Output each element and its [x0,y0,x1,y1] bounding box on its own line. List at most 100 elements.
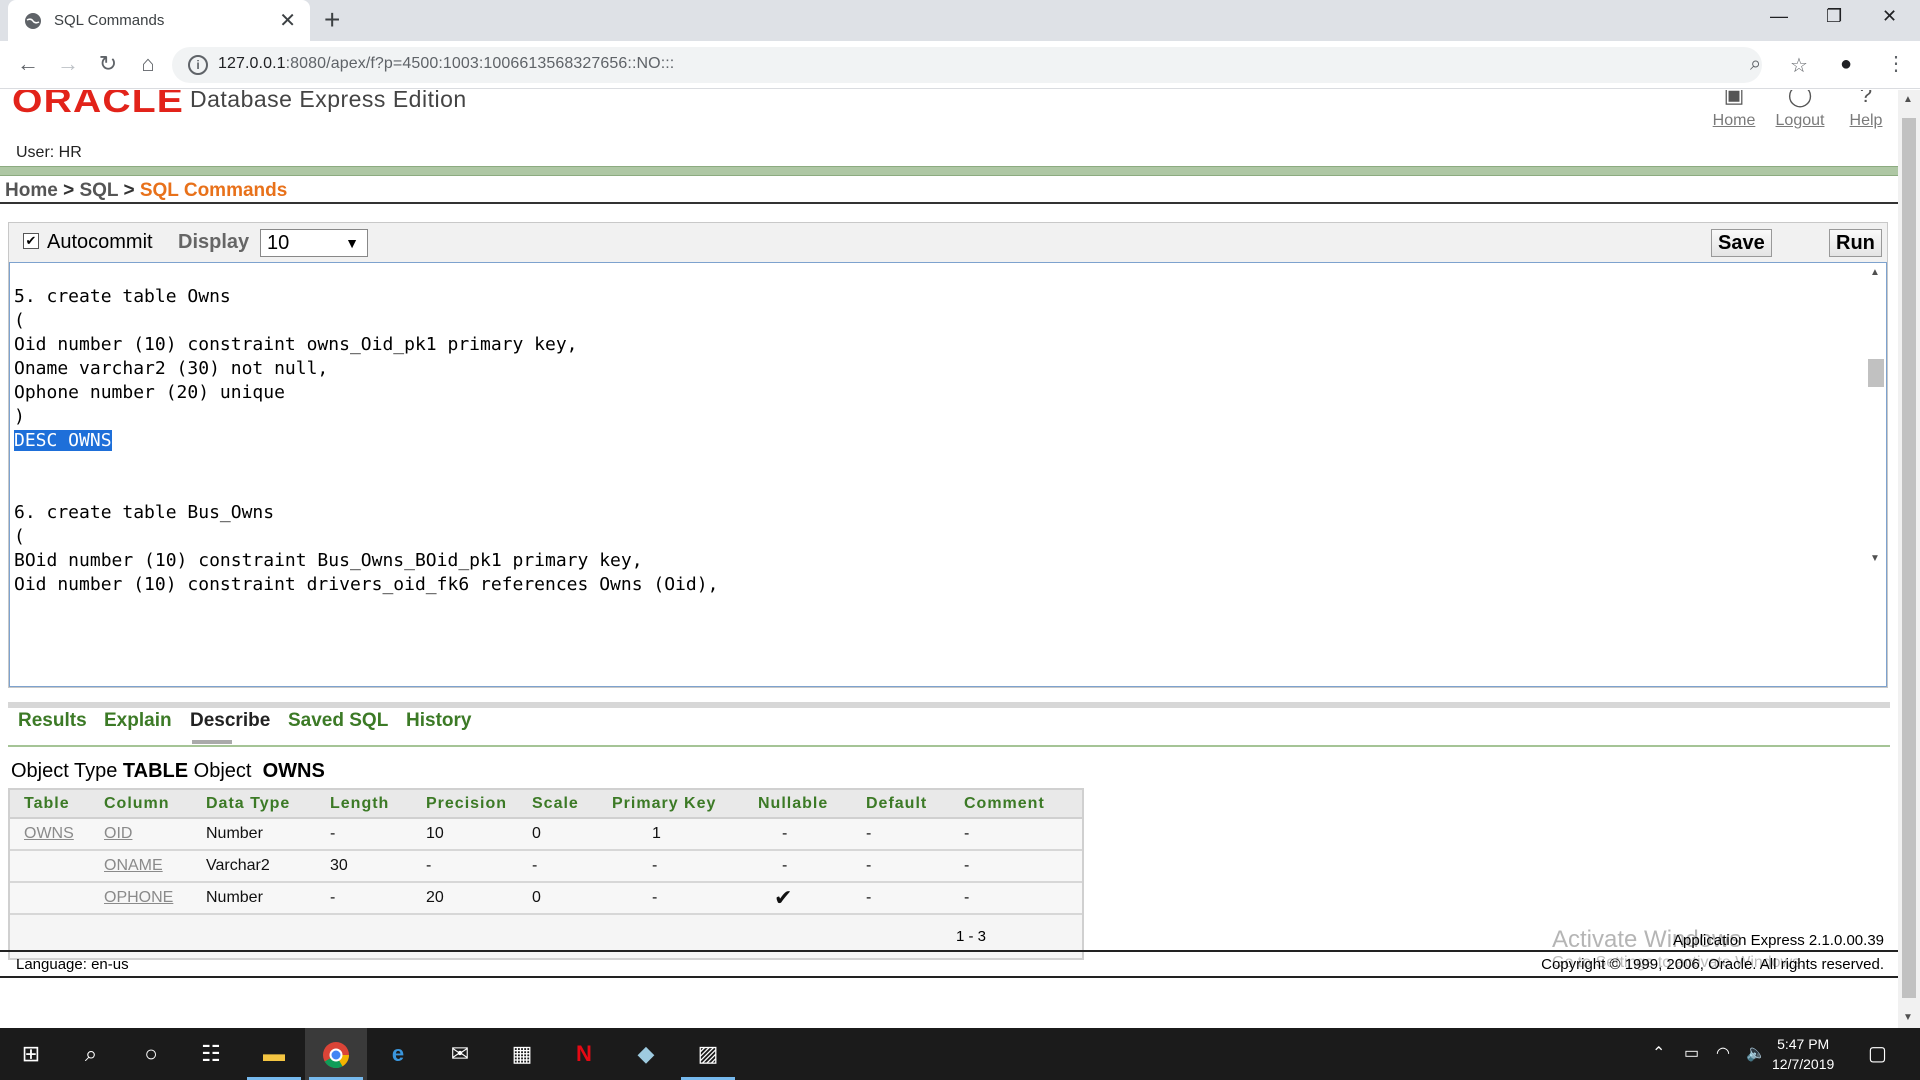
column-link[interactable]: OPHONE [104,889,173,906]
scroll-up-icon[interactable]: ▲ [1870,267,1880,278]
close-tab-icon[interactable]: ✕ [279,8,296,33]
task-view-icon[interactable]: ☷ [180,1028,242,1080]
breadcrumb: Home > SQL > SQL Commands [5,180,288,201]
menu-icon[interactable]: ⋮ [1886,51,1906,76]
home-icon: ▣ [1723,90,1745,107]
table-header: Table Column Data Type Length Precision … [10,790,1082,819]
maximize-icon[interactable]: ❐ [1826,6,1842,27]
table-row: ONAME Varchar2 30 - - - - - - [10,850,1082,883]
edge-icon[interactable]: e [367,1028,429,1080]
apex-page: ORACLE Database Express Edition ▣ Home ◯… [0,90,1898,1028]
checkmark-icon: ✔ [744,882,852,915]
panel-divider [8,702,1890,708]
editor-scroll-thumb[interactable] [1868,359,1884,387]
object-info: Object Type TABLE Object OWNS [11,760,325,782]
tab-results[interactable]: Results [18,710,87,732]
globe-icon [25,13,41,29]
pagination: 1 - 3 [955,928,986,945]
volume-icon[interactable]: 🔈 [1746,1028,1766,1080]
search-icon[interactable]: ⌕ [60,1028,122,1080]
tab-history[interactable]: History [406,710,471,732]
browser-tab[interactable]: SQL Commands ✕ [8,0,310,41]
apex-version: Application Express 2.1.0.00.39 [1673,932,1884,949]
tab-saved-sql[interactable]: Saved SQL [288,710,388,732]
table-row: OWNS OID Number - 10 0 1 - - - [10,818,1082,851]
back-icon[interactable]: ← [14,51,42,77]
file-explorer-icon[interactable]: ▬ [243,1028,305,1080]
current-user: User: HR [16,144,82,161]
notifications-icon[interactable]: ▢ [1868,1028,1887,1080]
breadcrumb-sql[interactable]: SQL [79,180,118,201]
dropdown-arrow-icon: ▼ [345,235,359,251]
new-tab-button[interactable]: + [324,4,340,36]
table-link[interactable]: OWNS [24,825,74,842]
netflix-icon[interactable]: N [553,1028,615,1080]
autocommit-checkbox[interactable]: ✔ [23,233,39,249]
logout-icon: ◯ [1787,90,1813,107]
column-link[interactable]: ONAME [104,857,163,874]
photos-icon[interactable]: ▨ [677,1028,739,1080]
close-window-icon[interactable]: ✕ [1882,6,1897,27]
breadcrumb-divider [0,202,1898,204]
scroll-down-icon[interactable]: ▼ [1870,553,1880,564]
table-row: OPHONE Number - 20 0 - ✔ - - [10,882,1082,915]
header-divider [0,166,1898,176]
footer-divider-bottom [0,976,1898,978]
home-link[interactable]: ▣ Home [1704,90,1764,130]
footer-divider-top [0,950,1898,952]
tab-explain[interactable]: Explain [104,710,172,732]
url-text[interactable]: 127.0.0.1:8080/apex/f?p=4500:1003:100661… [218,55,674,73]
zoom-icon[interactable]: ⌕ [1750,53,1761,76]
sql-code[interactable]: 5. create table Owns ( Oid number (10) c… [14,285,718,597]
chrome-icon[interactable] [305,1028,367,1080]
product-name: Database Express Edition [190,90,467,112]
scroll-down-icon[interactable]: ▼ [1903,1012,1913,1023]
object-type: TABLE [122,760,189,782]
selected-text[interactable]: DESC OWNS [14,430,112,451]
active-tab-indicator [192,740,232,744]
display-label: Display [178,231,250,253]
home-icon[interactable]: ⌂ [134,51,162,77]
star-icon[interactable]: ☆ [1790,53,1808,78]
scroll-up-icon[interactable]: ▲ [1903,94,1913,105]
browser-tabstrip: SQL Commands ✕ + — ❐ ✕ [0,0,1920,41]
app-icon[interactable]: ◆ [615,1028,677,1080]
reload-icon[interactable]: ↻ [94,51,122,77]
display-select[interactable]: 10 ▼ [260,229,368,257]
tab-title: SQL Commands [54,12,165,29]
save-button[interactable]: Save [1711,229,1772,257]
mail-icon[interactable]: ✉ [429,1028,491,1080]
store-icon[interactable]: ▦ [491,1028,553,1080]
run-button[interactable]: Run [1829,229,1882,257]
sql-editor-panel: ✔ Autocommit Display 10 ▼ Save Run 5. cr… [8,222,1888,688]
oracle-logo: ORACLE [12,90,184,120]
wifi-icon[interactable]: ◠ [1716,1028,1730,1080]
copyright: Copyright © 1999, 2006, Oracle. All righ… [1541,956,1884,973]
page-scrollbar[interactable]: ▲ ▼ [1898,90,1920,1028]
browser-toolbar: ← → ↻ ⌂ i 127.0.0.1:8080/apex/f?p=4500:1… [0,41,1920,89]
help-link[interactable]: ? Help [1836,90,1896,130]
cortana-icon[interactable]: ○ [120,1028,182,1080]
breadcrumb-current: SQL Commands [139,180,288,201]
clock[interactable]: 5:47 PM 12/7/2019 [1772,1034,1834,1074]
start-icon[interactable]: ⊞ [0,1028,62,1080]
editor-scrollbar[interactable]: ▲ ▼ [1864,263,1886,686]
forward-icon[interactable]: → [54,51,82,77]
windows-taskbar: ⊞ ⌕ ○ ☷ ▬ e ✉ ▦ N ◆ ▨ ⌃ ▭ ◠ 🔈 5:47 PM 12… [0,1028,1920,1080]
minimize-icon[interactable]: — [1770,6,1788,27]
chevron-up-icon[interactable]: ⌃ [1652,1028,1665,1080]
page-scroll-thumb[interactable] [1902,118,1916,998]
editor-toolbar: ✔ Autocommit Display 10 ▼ Save Run [9,223,1887,263]
breadcrumb-home[interactable]: Home [5,180,58,201]
sql-textarea[interactable]: 5. create table Owns ( Oid number (10) c… [9,263,1887,687]
profile-icon[interactable]: ● [1840,53,1852,76]
logout-link[interactable]: ◯ Logout [1770,90,1830,130]
column-link[interactable]: OID [104,825,132,842]
address-bar[interactable]: i 127.0.0.1:8080/apex/f?p=4500:1003:1006… [172,47,1808,83]
battery-icon[interactable]: ▭ [1684,1028,1699,1080]
autocommit-label: Autocommit [47,231,153,253]
tab-describe[interactable]: Describe [190,710,270,732]
info-icon[interactable]: i [188,55,208,75]
object-name: OWNS [262,760,325,782]
language: Language: en-us [16,956,129,973]
